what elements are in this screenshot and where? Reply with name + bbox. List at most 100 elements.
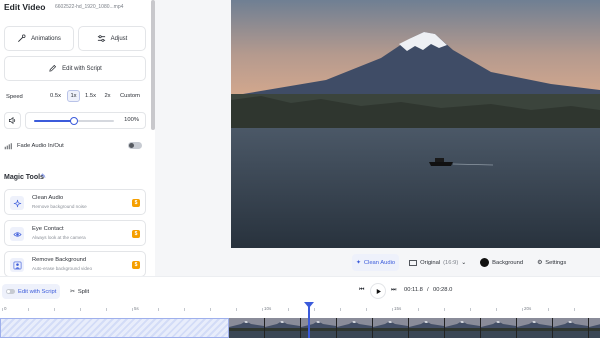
speed-option-custom[interactable]: Custom	[117, 90, 143, 102]
edit-with-script-button[interactable]: Edit with Script	[4, 56, 146, 81]
volume-value: 100%	[124, 117, 139, 123]
timeline-track[interactable]	[0, 318, 600, 338]
background-color-swatch	[480, 258, 490, 267]
tool-remove-background[interactable]: Remove Background Auto-erase background …	[4, 251, 146, 276]
person-icon	[10, 258, 24, 272]
speed-option-1x[interactable]: 1x	[67, 90, 80, 102]
fade-bars-icon	[4, 143, 12, 150]
tool-description: Remove background noise	[32, 204, 87, 209]
ruler-tick	[106, 308, 107, 311]
split-button[interactable]: ✂ Split	[66, 284, 93, 299]
video-frame	[231, 0, 600, 248]
premium-badge: $	[132, 199, 140, 207]
total-time: 00:28.0	[433, 287, 453, 293]
video-clip-thumbnails[interactable]	[229, 318, 600, 338]
ruler-tick	[418, 308, 419, 311]
tool-description: Always look at the camera	[32, 235, 86, 240]
tool-name: Clean Audio	[32, 195, 64, 201]
current-time: 00:11.8	[404, 287, 423, 293]
timeline-ruler[interactable]: 0 5s 10s 15s 20s	[0, 305, 600, 317]
speed-options: 0.5x 1x 1.5x 2x Custom	[47, 90, 143, 102]
video-preview[interactable]	[231, 0, 600, 248]
volume-slider-fill	[34, 120, 74, 122]
ruler-label: 10s	[264, 306, 272, 311]
file-name: 6602522-hd_1920_1080...mp4	[55, 4, 124, 10]
aspect-ratio-value: (16:9)	[443, 259, 459, 266]
clip-thumbnail	[337, 318, 372, 338]
clean-audio-label: Clean Audio	[363, 259, 396, 266]
clip-thumbnail	[301, 318, 336, 338]
speed-option-1-5x[interactable]: 1.5x	[83, 90, 98, 102]
clip-thumbnail	[373, 318, 408, 338]
edit-with-script-toggle[interactable]: Edit with Script	[2, 284, 61, 299]
aspect-ratio-dropdown[interactable]: Original (16:9) ⌄	[405, 254, 470, 271]
preview-toolbar: ✦ Clean Audio Original (16:9) ⌄ Backgrou…	[352, 254, 570, 271]
ruler-tick	[314, 308, 315, 311]
ruler-label: 5s	[134, 306, 139, 311]
ruler-tick	[158, 308, 159, 311]
playhead[interactable]	[308, 305, 310, 338]
tool-name: Eye Contact	[32, 226, 64, 232]
ruler-tick	[444, 308, 445, 311]
ruler-tick	[28, 308, 29, 311]
ruler-tick	[184, 308, 185, 311]
clip-thumbnail	[409, 318, 444, 338]
play-button[interactable]	[370, 283, 386, 299]
skip-forward-icon[interactable]: ⏭	[391, 287, 396, 294]
speaker-icon	[8, 116, 16, 125]
edit-with-script-toggle-label: Edit with Script	[18, 288, 57, 295]
ruler-tick	[262, 308, 263, 311]
pencil-icon	[49, 64, 57, 72]
clip-thumbnail	[517, 318, 552, 338]
clip-thumbnail	[229, 318, 264, 338]
wand-icon	[18, 34, 26, 42]
tool-name: Remove Background	[32, 257, 87, 263]
volume-slider[interactable]	[34, 117, 114, 125]
tool-description: Auto-erase background video	[32, 266, 93, 271]
ruler-tick	[54, 308, 55, 311]
ruler-label: 20s	[524, 306, 532, 311]
speed-option-0-5x[interactable]: 0.5x	[47, 90, 64, 102]
fade-audio-toggle[interactable]	[128, 142, 142, 149]
panel-title: Edit Video	[4, 2, 46, 12]
scissors-icon: ✂	[70, 288, 75, 295]
ruler-tick	[340, 308, 341, 311]
tool-eye-contact[interactable]: Eye Contact Always look at the camera $	[4, 220, 146, 246]
aspect-icon	[409, 259, 418, 266]
volume-button[interactable]	[4, 112, 21, 129]
eye-icon	[10, 227, 24, 241]
clip-thumbnail	[445, 318, 480, 338]
time-separator: /	[427, 287, 429, 293]
sparkle-icon: ✦	[356, 259, 361, 266]
ruler-label: 15s	[394, 306, 402, 311]
animations-button[interactable]: Animations	[4, 26, 74, 51]
ruler-tick	[288, 308, 289, 311]
trimmed-region[interactable]	[0, 318, 229, 338]
toggle-icon	[6, 289, 15, 294]
background-label: Background	[492, 259, 524, 266]
magic-tools-title: Magic Tools	[4, 174, 44, 181]
speed-option-2x[interactable]: 2x	[101, 90, 114, 102]
animations-label: Animations	[31, 35, 61, 42]
split-label: Split	[77, 288, 90, 295]
settings-label: Settings	[545, 259, 567, 266]
premium-badge: $	[132, 230, 140, 238]
tool-clean-audio[interactable]: Clean Audio Remove background noise $	[4, 189, 146, 215]
edit-panel: Edit Video 6602522-hd_1920_1080...mp4 An…	[0, 0, 155, 276]
clip-thumbnail	[265, 318, 300, 338]
clip-thumbnail	[589, 318, 600, 338]
sliders-icon	[97, 35, 105, 42]
ruler-tick	[366, 308, 367, 311]
fade-audio-label: Fade Audio In/Out	[17, 143, 64, 149]
ruler-tick	[470, 308, 471, 311]
clean-audio-button[interactable]: ✦ Clean Audio	[352, 254, 400, 271]
volume-slider-thumb[interactable]	[70, 117, 78, 125]
settings-button[interactable]: ⚙ Settings	[533, 254, 570, 271]
skip-back-icon[interactable]: ⏮	[359, 287, 364, 294]
volume-control: 100%	[25, 112, 146, 129]
adjust-button[interactable]: Adjust	[78, 26, 146, 51]
ruler-tick	[574, 308, 575, 311]
ruler-tick	[236, 308, 237, 311]
edit-with-script-label: Edit with Script	[62, 65, 102, 72]
background-button[interactable]: Background	[476, 254, 527, 271]
